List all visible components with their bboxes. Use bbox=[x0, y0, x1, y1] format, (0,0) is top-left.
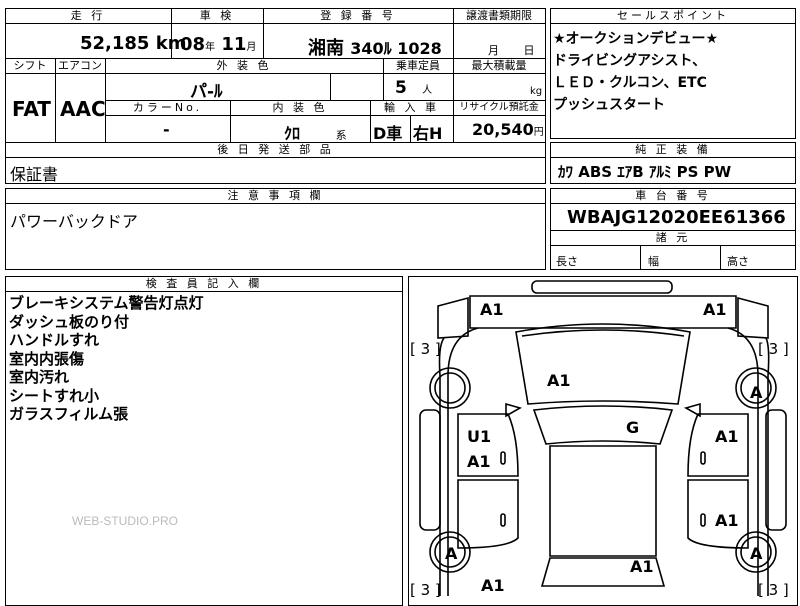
standard-equipment-header: 純 正 装 備 bbox=[635, 143, 711, 156]
shift-value: FAT bbox=[12, 97, 51, 121]
aircon-header: エアコン bbox=[58, 59, 102, 72]
label-front-left: A1 bbox=[480, 300, 504, 319]
capacity-value: 5 人 bbox=[395, 78, 433, 98]
recycle-header: リサイクル預託金 bbox=[459, 102, 539, 113]
inspector-note: ガラスフィルム張 bbox=[9, 405, 129, 423]
color-no-header: カラーNo. bbox=[132, 101, 203, 114]
inspector-note: 室内汚れ bbox=[9, 368, 70, 386]
inspector-note: ダッシュ板のり付 bbox=[9, 312, 130, 331]
later-parts-header: 後 日 発 送 部 品 bbox=[217, 143, 334, 156]
label-front-door-left-a: A1 bbox=[467, 452, 491, 471]
selling-points-header: セールスポイント bbox=[617, 9, 729, 22]
inspector-header: 検 査 員 記 入 欄 bbox=[145, 277, 263, 290]
aircon-value: AAC bbox=[60, 97, 106, 121]
exterior-color-header: 外 装 色 bbox=[216, 59, 272, 72]
label-front-door-right: A1 bbox=[715, 427, 739, 446]
label-wheel-fr: A bbox=[750, 383, 763, 402]
dimensions-header: 諸 元 bbox=[655, 231, 691, 244]
standard-equipment-value: ｶﾜ ABS ｴｱB ｱﾙﾐ PS PW bbox=[558, 163, 732, 181]
max-load-header: 最大積載量 bbox=[471, 59, 527, 72]
label-hood: A1 bbox=[547, 371, 571, 390]
interior-color-value: ｸﾛ 系 bbox=[284, 124, 347, 143]
inspector-notes-list: ブレーキシステム警告灯点灯 ダッシュ板のり付 ハンドルすれ 室内内張傷 室内汚れ… bbox=[9, 294, 204, 424]
inspector-note: 室内内張傷 bbox=[9, 349, 85, 368]
recycle-value: 20,540円 bbox=[472, 120, 544, 139]
mileage-value: 52,185 km bbox=[80, 33, 187, 54]
capacity-header: 乗車定員 bbox=[396, 59, 440, 72]
selling-point: ドライビングアシスト、 bbox=[553, 53, 707, 69]
max-load-value: kg bbox=[530, 86, 543, 97]
selling-point: プッシュスタート bbox=[553, 97, 665, 113]
inspector-note: シートすれ小 bbox=[9, 386, 100, 405]
watermark: WEB-STUDIO.PRO bbox=[72, 514, 179, 528]
chassis-header: 車 台 番 号 bbox=[635, 189, 711, 202]
selling-point: ＬＥＤ・クルコン、ETC bbox=[553, 75, 707, 91]
chassis-value: WBAJG12020EE61366 bbox=[567, 207, 786, 228]
label-wheel-rr: A bbox=[750, 544, 763, 563]
import-steering: 右H bbox=[413, 124, 443, 143]
label-bracket-tr: [ 3 ] bbox=[758, 340, 789, 358]
exterior-color-value: パ-ﾙ bbox=[190, 82, 223, 102]
label-trunk: A1 bbox=[630, 557, 654, 576]
transfer-deadline: 月 日 bbox=[488, 44, 535, 57]
selling-point: ★オークションデビュー★ bbox=[553, 31, 719, 47]
label-front-right: A1 bbox=[703, 300, 727, 319]
notes-value: パワーバックドア bbox=[10, 212, 138, 231]
label-bracket-br: [ 3 ] bbox=[758, 581, 789, 599]
label-rear-door-right: A1 bbox=[715, 511, 739, 530]
import-dealer: D車 bbox=[373, 124, 403, 143]
label-bracket-bl: [ 3 ] bbox=[410, 581, 441, 599]
color-no-value: - bbox=[163, 120, 170, 139]
dimension-width: 幅 bbox=[648, 255, 659, 268]
dimension-height: 高さ bbox=[727, 255, 749, 268]
registration-header: 登 録 番 号 bbox=[320, 9, 396, 22]
label-bracket-tl: [ 3 ] bbox=[410, 340, 441, 358]
label-roof: G bbox=[626, 418, 640, 437]
interior-color-header: 内 装 色 bbox=[272, 101, 328, 114]
inspector-note: ブレーキシステム警告灯点灯 bbox=[9, 294, 204, 312]
import-header: 輸 入 車 bbox=[384, 101, 439, 114]
dimension-length: 長さ bbox=[556, 255, 578, 268]
notes-header: 注 意 事 項 欄 bbox=[227, 189, 324, 202]
inspection-header: 車 検 bbox=[199, 9, 235, 22]
registration-number: 湘南 340ﾙ 1028 bbox=[308, 38, 442, 59]
label-rear-left: A1 bbox=[481, 576, 505, 595]
selling-points-list: ★オークションデビュー★ ドライビングアシスト、 ＬＥＤ・クルコン、ETC プッ… bbox=[553, 28, 718, 116]
later-parts-value: 保証書 bbox=[10, 165, 59, 184]
shift-header: シフト bbox=[13, 59, 47, 72]
inspection-date: 08年 11月 bbox=[180, 34, 257, 55]
label-wheel-rl: A bbox=[445, 544, 458, 563]
inspector-note: ハンドルすれ bbox=[9, 331, 100, 349]
label-front-door-left-u: U1 bbox=[467, 427, 492, 446]
transfer-deadline-header: 譲渡書類期限 bbox=[466, 9, 532, 22]
mileage-header: 走 行 bbox=[70, 9, 106, 22]
